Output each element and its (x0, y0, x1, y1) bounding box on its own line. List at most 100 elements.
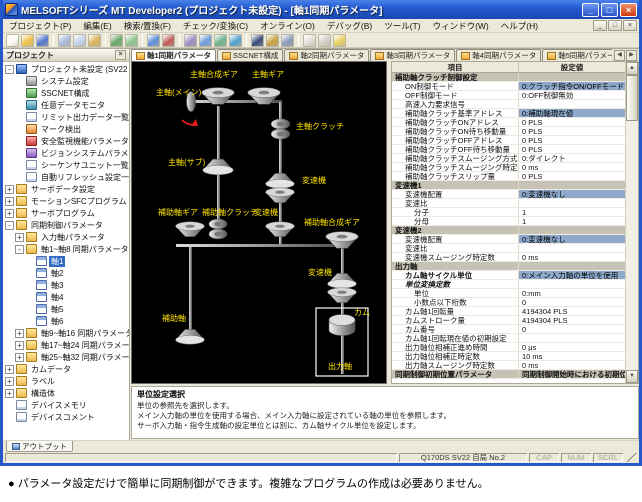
tree-item[interactable]: + モーションSFCプログラム (3, 195, 129, 207)
tree-expand-toggle[interactable] (25, 257, 34, 266)
tree-item[interactable]: + ラベル (3, 375, 129, 387)
setting-value[interactable]: 0:OFF制御無効 (519, 91, 625, 99)
setting-value[interactable]: 0:補助軸現在値 (519, 109, 625, 117)
setting-value[interactable]: 0:ダイレクト (519, 154, 625, 162)
tree-expand-toggle[interactable] (25, 281, 34, 290)
read-from-motion-icon[interactable] (214, 33, 227, 47)
setting-value[interactable]: 0 (519, 325, 625, 333)
setting-value[interactable]: 0 PLS (519, 127, 625, 135)
settings-row[interactable]: 変速機2 (392, 226, 625, 235)
tree-item[interactable]: 任意データモニタ (3, 99, 129, 111)
setting-value[interactable]: 0 ms (519, 163, 625, 171)
setting-value[interactable]: 0 PLS (519, 136, 625, 144)
redo-icon[interactable] (125, 33, 138, 47)
undo-icon[interactable] (110, 33, 123, 47)
settings-row[interactable]: OFF制御モード 0:OFF制御無効 (392, 91, 625, 100)
tree-expand-toggle[interactable] (25, 317, 34, 326)
tree-item[interactable]: デバイスメモリ (3, 399, 129, 411)
tree-expand-toggle[interactable] (25, 293, 34, 302)
tree-item[interactable]: + 入力軸パラメータ (3, 231, 129, 243)
document-tab[interactable]: 軸5同期パラメータ (542, 49, 612, 61)
document-tab[interactable]: SSCNET構成 (216, 49, 284, 61)
tree-expand-toggle[interactable]: + (15, 232, 24, 242)
write-to-motion-icon[interactable] (199, 33, 212, 47)
resize-grip[interactable] (625, 453, 637, 462)
column-header-item[interactable]: 項目 (392, 62, 519, 72)
tree-item[interactable]: + サーボプログラム (3, 207, 129, 219)
setting-value[interactable]: 0:mm (519, 289, 625, 297)
open-project-icon[interactable] (21, 33, 34, 47)
test-mode-icon[interactable] (266, 33, 279, 47)
settings-row[interactable]: カム軸1回転現在値の初期設定 (392, 334, 625, 343)
copy-icon[interactable] (73, 33, 86, 47)
document-tab[interactable]: 軸4同期パラメータ (456, 49, 542, 61)
tree-item[interactable]: デバイスコメント (3, 411, 129, 423)
tree-item[interactable]: 軸6 (3, 315, 129, 327)
tree-item[interactable]: - プロジェクト未設定 (SV22 アドバンスト同期制御) (3, 63, 129, 75)
transfer-setup-icon[interactable] (184, 33, 197, 47)
tree-expand-toggle[interactable]: - (15, 244, 24, 254)
tree-item[interactable]: 自動リフレッシュ設定一覧 (3, 171, 129, 183)
tree-expand-toggle[interactable] (15, 161, 24, 170)
setting-value[interactable]: 0 PLS (519, 118, 625, 126)
setting-value[interactable]: 0 (519, 298, 625, 306)
setting-value[interactable] (519, 226, 625, 234)
tree-expand-toggle[interactable]: + (15, 352, 24, 362)
tab-scroll-left-icon[interactable]: ◀ (614, 50, 625, 61)
help-icon[interactable] (333, 33, 346, 47)
tree-expand-toggle[interactable]: - (5, 64, 14, 74)
setting-value[interactable] (519, 73, 625, 81)
document-tab[interactable]: 軸1同期パラメータ (131, 49, 216, 61)
tree-item[interactable]: + 構造体 (3, 387, 129, 399)
settings-row[interactable]: 変速機1 (392, 181, 625, 190)
settings-row[interactable]: 補助軸クラッチ基準アドレス 0:補助軸現在値 (392, 109, 625, 118)
tree-expand-toggle[interactable]: + (5, 184, 14, 194)
tree-expand-toggle[interactable]: + (5, 196, 14, 206)
settings-row[interactable]: カム番号 0 (392, 325, 625, 334)
scrollbar-thumb[interactable] (626, 75, 638, 121)
setting-value[interactable]: 0:メイン入力軸の単位を使用 (519, 271, 625, 279)
tree-expand-toggle[interactable] (15, 137, 24, 146)
tree-item[interactable]: ビジョンシステムパラメータ (3, 147, 129, 159)
settings-row[interactable]: 補助軸クラッチON待ち移動量 0 PLS (392, 127, 625, 136)
settings-row[interactable]: ON制御モード 0:クラッチ指令ON/OFFモード (392, 82, 625, 91)
setting-value[interactable]: 4194304 PLS (519, 316, 625, 324)
setting-value[interactable]: 4194304 PLS (519, 307, 625, 315)
document-tab[interactable]: 軸2同期パラメータ (284, 49, 370, 61)
convert-icon[interactable] (162, 33, 175, 47)
settings-row[interactable]: 補助軸クラッチONアドレス 0 PLS (392, 118, 625, 127)
tree-item[interactable]: 軸3 (3, 279, 129, 291)
settings-row[interactable]: 分子 1 (392, 208, 625, 217)
document-tab[interactable]: 軸3同期パラメータ (370, 49, 456, 61)
settings-row[interactable]: 補助軸クラッチOFF待ち移動量 0 PLS (392, 145, 625, 154)
tree-item[interactable]: シーケンサユニット一覧 (3, 159, 129, 171)
settings-row[interactable]: 出力軸位相補正進め時間 0 μs (392, 343, 625, 352)
tree-expand-toggle[interactable]: + (5, 388, 14, 398)
scroll-up-icon[interactable]: ▲ (626, 62, 638, 75)
tree-item[interactable]: リミット出力データ一覧 (3, 111, 129, 123)
menu-item[interactable]: デバッグ(B) (321, 20, 378, 32)
project-check-icon[interactable] (147, 33, 160, 47)
tree-item[interactable]: 軸5 (3, 303, 129, 315)
tree-expand-toggle[interactable] (15, 101, 24, 110)
setting-value[interactable] (519, 334, 625, 342)
settings-row[interactable]: 出力軸位相補正時定数 10 ms (392, 352, 625, 361)
mdi-minimize-button[interactable]: _ (593, 20, 607, 31)
setting-value[interactable]: 0 ms (519, 253, 625, 261)
tree-expand-toggle[interactable] (5, 401, 14, 410)
settings-scrollbar[interactable]: ▲ ▼ (625, 62, 638, 383)
monitor-mode-icon[interactable] (229, 33, 242, 47)
mdi-close-button[interactable]: × (623, 20, 637, 31)
tree-item[interactable]: 安全監視機能パラメータ (3, 135, 129, 147)
settings-row[interactable]: 変速比 (392, 244, 625, 253)
scroll-down-icon[interactable]: ▼ (626, 370, 638, 383)
tree-item[interactable]: システム設定 (3, 75, 129, 87)
tree-item[interactable]: + 軸17~軸24 同期パラメータ (3, 339, 129, 351)
settings-row[interactable]: 単位 0:mm (392, 289, 625, 298)
paste-icon[interactable] (88, 33, 101, 47)
tree-expand-toggle[interactable] (15, 89, 24, 98)
tree-item[interactable]: + カムデータ (3, 363, 129, 375)
settings-row[interactable]: 同期制御初期位置パラメータ 同期制御開始時における初期位置合わ (392, 370, 625, 379)
setting-value[interactable] (519, 262, 625, 270)
zoom-in-icon[interactable] (303, 33, 316, 47)
